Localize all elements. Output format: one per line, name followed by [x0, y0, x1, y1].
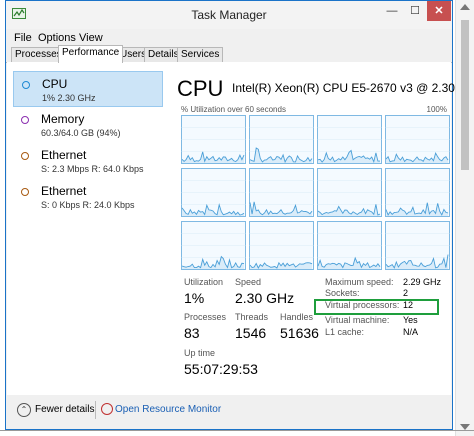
core-graph: [249, 168, 314, 217]
performance-panel: CPU 1% 2.30 GHz Memory 60.3/64.0 GB (94%…: [7, 62, 474, 395]
threads-label: Threads: [235, 312, 269, 322]
footer-divider: [95, 401, 96, 419]
close-button[interactable]: ✕: [427, 1, 451, 21]
l1-cache-label: L1 cache:: [325, 327, 365, 337]
fewer-details-link[interactable]: Fewer details: [35, 404, 94, 415]
sidebar-item-title: CPU: [42, 77, 68, 91]
sidebar-item-ethernet-2[interactable]: Ethernet S: 0 Kbps R: 24.0 Kbps: [13, 179, 163, 215]
core-graph: [317, 168, 382, 217]
max-speed-value: 2.29 GHz: [403, 277, 442, 287]
uptime-label: Up time: [184, 348, 216, 358]
core-graph: [181, 168, 246, 217]
sidebar-item-memory[interactable]: Memory 60.3/64.0 GB (94%): [13, 107, 163, 143]
core-graph: [385, 168, 450, 217]
speed-value: 2.30 GHz: [235, 290, 295, 306]
chevron-up-icon[interactable]: ⌃: [17, 403, 31, 417]
processes-label: Processes: [184, 312, 227, 322]
cpu-core-graphs: [181, 115, 450, 270]
sidebar-item-subtitle: 1% 2.30 GHz: [42, 93, 96, 103]
page-scrollbar[interactable]: [455, 0, 474, 436]
virtual-machine-value: Yes: [403, 315, 418, 325]
core-graph: [249, 115, 314, 164]
title-bar[interactable]: Task Manager — ☐ ✕: [6, 1, 452, 29]
scrollbar-thumb[interactable]: [461, 20, 469, 170]
sidebar-item-ethernet-1[interactable]: Ethernet S: 2.3 Mbps R: 64.0 Kbps: [13, 143, 163, 179]
uptime-value: 55:07:29:53: [184, 361, 258, 377]
sidebar-item-subtitle: 60.3/64.0 GB (94%): [41, 128, 121, 138]
processes-value: 83: [184, 325, 200, 341]
ethernet-ring-icon: [21, 188, 29, 196]
core-graph: [249, 221, 314, 270]
l1-cache-value: N/A: [403, 327, 419, 337]
footer-bar: ⌃ Fewer details Open Resource Monitor: [7, 395, 451, 429]
maximize-button[interactable]: ☐: [404, 1, 426, 21]
bottom-divider: [0, 430, 474, 431]
ethernet-ring-icon: [21, 152, 29, 160]
sidebar-item-subtitle: S: 0 Kbps R: 24.0 Kbps: [41, 200, 135, 210]
tab-strip: Processes Performance Users Details Serv…: [6, 45, 452, 63]
menu-file[interactable]: File: [14, 32, 32, 44]
core-graph: [385, 221, 450, 270]
sidebar-item-subtitle: S: 2.3 Mbps R: 64.0 Kbps: [41, 164, 144, 174]
sidebar-item-title: Memory: [41, 112, 85, 126]
minimize-button[interactable]: —: [381, 1, 403, 21]
tab-performance[interactable]: Performance: [58, 45, 124, 63]
memory-ring-icon: [21, 116, 29, 124]
core-graph: [181, 115, 246, 164]
speed-label: Speed: [235, 277, 262, 287]
menu-options[interactable]: Options: [38, 32, 76, 44]
core-graph: [317, 115, 382, 164]
sidebar-item-cpu[interactable]: CPU 1% 2.30 GHz: [13, 71, 163, 107]
max-speed-label: Maximum speed:: [325, 277, 394, 287]
cpu-ring-icon: [22, 81, 30, 89]
menu-view[interactable]: View: [79, 32, 103, 44]
core-graph: [385, 115, 450, 164]
handles-value: 51636: [280, 325, 319, 341]
sidebar-item-title: Ethernet: [41, 148, 87, 162]
utilization-label: Utilization: [184, 277, 224, 287]
core-graph: [317, 221, 382, 270]
threads-value: 1546: [235, 325, 267, 341]
utilization-value: 1%: [184, 290, 205, 306]
sidebar-item-title: Ethernet: [41, 184, 87, 198]
virtual-processors-highlight-box: [314, 299, 439, 315]
core-graph: [181, 221, 246, 270]
page-title: CPU: [177, 76, 224, 101]
graph-caption: % Utilization over 60 seconds: [181, 105, 286, 114]
open-resource-monitor-link[interactable]: Open Resource Monitor: [115, 404, 221, 415]
tab-services[interactable]: Services: [177, 47, 224, 62]
sockets-value: 2: [403, 288, 409, 298]
virtual-machine-label: Virtual machine:: [325, 315, 390, 325]
scroll-up-arrow-icon[interactable]: [460, 4, 470, 10]
resource-monitor-icon[interactable]: [101, 403, 113, 415]
cpu-model-name: Intel(R) Xeon(R) CPU E5-2670 v3 @ 2.30GH…: [232, 81, 474, 95]
handles-label: Handles: [280, 312, 314, 322]
sockets-label: Sockets:: [325, 288, 360, 298]
graph-max-label: 100%: [426, 105, 447, 114]
task-manager-window: Task Manager — ☐ ✕ File Options View Pro…: [5, 0, 474, 430]
